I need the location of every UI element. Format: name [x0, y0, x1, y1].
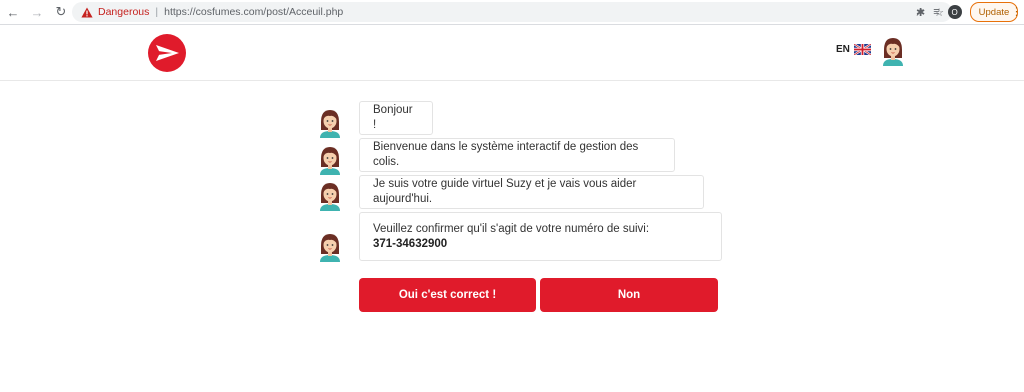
confirm-button[interactable]: Oui c'est correct ! [359, 278, 536, 312]
language-selector[interactable]: EN [836, 44, 871, 55]
security-status[interactable]: Dangerous [98, 6, 149, 18]
warning-icon[interactable] [81, 7, 93, 18]
suzy-avatar-icon [320, 110, 340, 138]
tracking-number: 371-34632900 [373, 237, 448, 250]
suzy-avatar-icon [320, 147, 340, 175]
suzy-avatar-icon[interactable] [880, 36, 906, 66]
tracking-prompt: Veuillez confirmer qu'il s'agit de votre… [373, 222, 650, 235]
menu-kebab-icon[interactable]: ⋮ [1011, 5, 1022, 18]
chat-message: Je suis votre guide virtuel Suzy et je v… [359, 175, 704, 209]
suzy-avatar-icon [320, 234, 340, 262]
chat-message: Bonjour ! [359, 101, 433, 135]
chat-message: Bienvenue dans le système interactif de … [359, 138, 675, 172]
url-text[interactable]: https://cosfumes.com/post/Acceuil.php [164, 6, 343, 18]
address-bar[interactable]: Dangerous | https://cosfumes.com/post/Ac… [72, 2, 952, 22]
reading-list-icon[interactable]: ≡ [933, 6, 939, 18]
back-arrow-icon[interactable]: ← [2, 1, 24, 23]
language-label[interactable]: EN [836, 44, 850, 55]
chat-message-tracking: Veuillez confirmer qu'il s'agit de votre… [359, 212, 722, 261]
site-header: EN [0, 25, 1024, 81]
forward-arrow-icon[interactable]: → [26, 1, 48, 23]
address-divider: | [155, 6, 159, 18]
browser-toolbar: ← → ↻ Dangerous | https://cosfumes.com/p… [0, 0, 1024, 25]
extensions-puzzle-icon[interactable]: ✱ [916, 6, 925, 19]
profile-avatar[interactable]: O [947, 5, 962, 19]
deny-button[interactable]: Non [540, 278, 718, 312]
reload-icon[interactable]: ↻ [50, 1, 72, 23]
uk-flag-icon[interactable] [853, 44, 871, 55]
canada-post-logo[interactable] [148, 34, 186, 72]
suzy-avatar-icon [320, 183, 340, 211]
